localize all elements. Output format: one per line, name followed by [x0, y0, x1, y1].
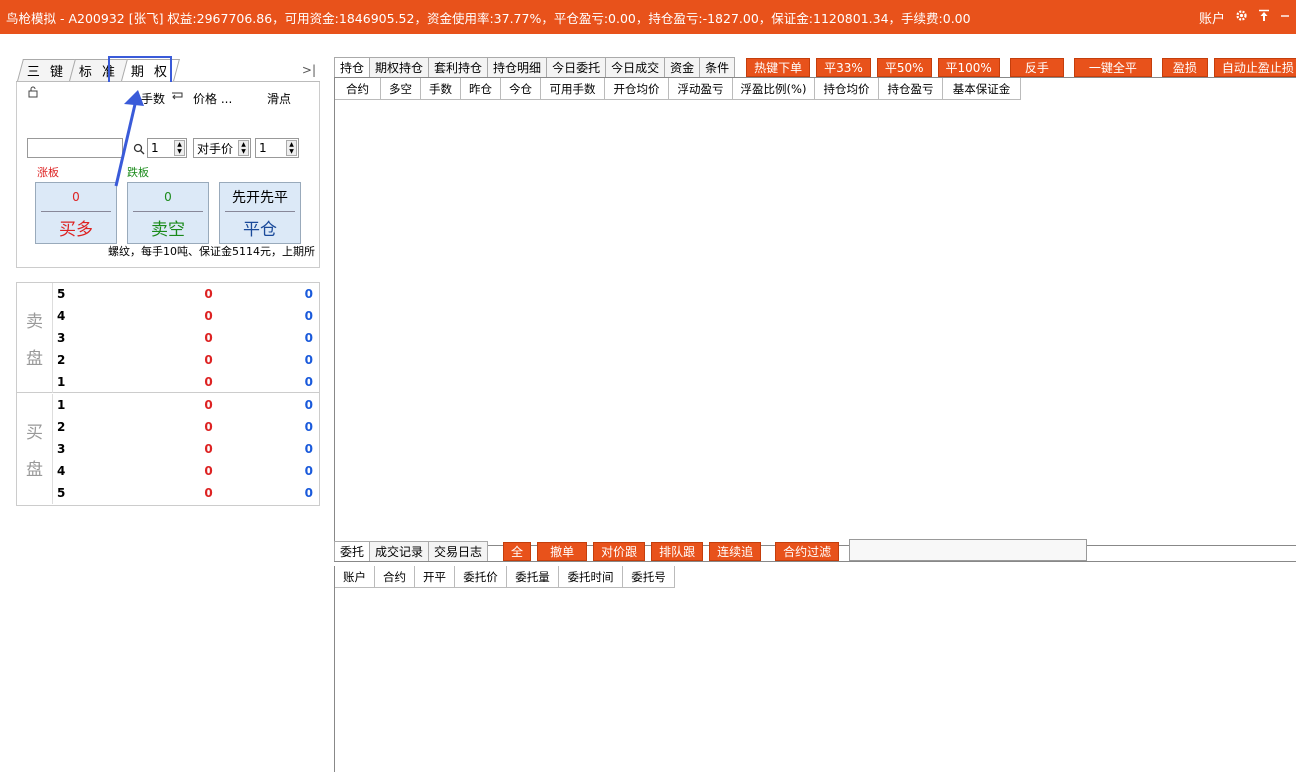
- column-header[interactable]: 浮盈比例(%): [733, 78, 815, 100]
- qty-mode-icon[interactable]: [171, 91, 183, 102]
- column-header[interactable]: 多空: [381, 78, 421, 100]
- tab-orders[interactable]: 委托: [334, 541, 371, 561]
- account-menu[interactable]: 账户: [1199, 8, 1225, 27]
- left-tab-row: 三 键 标 准 期 权 >|: [16, 56, 320, 90]
- gear-icon[interactable]: [1235, 9, 1248, 26]
- auto-stop-button[interactable]: 自动止盈止损: [1213, 58, 1296, 77]
- tab-today-orders[interactable]: 今日委托: [546, 57, 607, 77]
- reverse-button[interactable]: 反手: [1009, 58, 1064, 77]
- tab-option-positions[interactable]: 期权持仓: [369, 57, 430, 77]
- positions-table-header: 合约 多空 手数 昨仓 今仓 可用手数 开仓均价 浮动盈亏 浮盈比例(%) 持仓…: [335, 78, 1296, 100]
- tab-funds[interactable]: 资金: [664, 57, 701, 77]
- ask-row[interactable]: 300: [57, 327, 317, 349]
- column-header[interactable]: 今仓: [501, 78, 541, 100]
- slippage-stepper-arrows[interactable]: ▲ ▼: [286, 140, 297, 156]
- close-position-button[interactable]: 先开先平 平仓: [219, 182, 301, 244]
- close-50-button[interactable]: 平50%: [876, 58, 932, 77]
- column-header[interactable]: 委托时间: [559, 566, 623, 588]
- bid-side-label: 买盘: [17, 394, 53, 504]
- tab-today-trades[interactable]: 今日成交: [605, 57, 666, 77]
- qty-label: 手数: [141, 92, 166, 106]
- orders-tab-row: 委托 成交记录 交易日志 全 撤单 对价跟 排队跟 连续追 合约过滤: [334, 536, 1296, 562]
- column-header[interactable]: 委托号: [623, 566, 675, 588]
- price-label[interactable]: 价格 ...: [193, 90, 232, 107]
- column-header[interactable]: 委托量: [507, 566, 559, 588]
- qty-stepper[interactable]: 1 ▲ ▼: [147, 138, 187, 158]
- positions-table: 合约 多空 手数 昨仓 今仓 可用手数 开仓均价 浮动盈亏 浮盈比例(%) 持仓…: [334, 78, 1296, 546]
- column-header[interactable]: 合约: [375, 566, 415, 588]
- price-stepper-arrows[interactable]: ▲ ▼: [238, 140, 249, 156]
- column-header[interactable]: 开仓均价: [605, 78, 669, 100]
- ask-row[interactable]: 100: [57, 371, 317, 393]
- positions-tab-row: 持仓 期权持仓 套利持仓 持仓明细 今日委托 今日成交 资金 条件 热键下单 平…: [334, 56, 1296, 78]
- qty-stepper-arrows[interactable]: ▲ ▼: [174, 140, 185, 156]
- orders-table: 账户 合约 开平 委托价 委托量 委托时间 委托号: [334, 566, 1296, 772]
- search-icon[interactable]: [133, 143, 145, 155]
- bid-row[interactable]: 200: [57, 416, 317, 438]
- positions-panel: 持仓 期权持仓 套利持仓 持仓明细 今日委托 今日成交 资金 条件 热键下单 平…: [334, 56, 1296, 546]
- contract-filter-input[interactable]: [849, 539, 1088, 561]
- title-bar: 鸟枪模拟 - A200932 [张飞] 权益:2967706.86，可用资金:1…: [0, 0, 1296, 34]
- contract-filter-button[interactable]: 合约过滤: [775, 542, 840, 561]
- price-type-select[interactable]: 对手价 ▲ ▼: [193, 138, 251, 158]
- bid-row[interactable]: 400: [57, 460, 317, 482]
- queue-follow-button[interactable]: 排队跟: [651, 542, 704, 561]
- limit-up-label: 涨板: [37, 166, 59, 179]
- market-depth: 卖盘 500 400 300 200 100 买盘 100 200 300 40…: [16, 282, 320, 506]
- slippage-stepper[interactable]: 1 ▲ ▼: [255, 138, 299, 158]
- close-33-button[interactable]: 平33%: [816, 58, 871, 77]
- ask-side-label: 卖盘: [17, 283, 53, 393]
- column-header[interactable]: 手数: [421, 78, 461, 100]
- limit-down-label: 跌板: [127, 166, 149, 179]
- sell-short-button[interactable]: 0 卖空: [127, 182, 209, 244]
- bid-row[interactable]: 300: [57, 438, 317, 460]
- close-all-button[interactable]: 一键全平: [1073, 58, 1152, 77]
- column-header[interactable]: 开平: [415, 566, 455, 588]
- contract-code-input[interactable]: [27, 138, 123, 158]
- orders-table-header: 账户 合约 开平 委托价 委托量 委托时间 委托号: [335, 566, 1296, 588]
- select-all-button[interactable]: 全: [503, 542, 532, 561]
- ask-row[interactable]: 500: [57, 283, 317, 305]
- tab-position-details[interactable]: 持仓明细: [487, 57, 548, 77]
- orders-panel: 委托 成交记录 交易日志 全 撤单 对价跟 排队跟 连续追 合约过滤 账户 合约…: [334, 536, 1296, 772]
- counter-price-follow-button[interactable]: 对价跟: [593, 542, 646, 561]
- ask-row[interactable]: 200: [57, 349, 317, 371]
- pin-icon[interactable]: [1258, 9, 1270, 26]
- column-header[interactable]: 合约: [335, 78, 381, 100]
- continuous-chase-button[interactable]: 连续追: [709, 542, 762, 561]
- tab-trade-log[interactable]: 交易日志: [428, 541, 489, 561]
- column-header[interactable]: 昨仓: [461, 78, 501, 100]
- column-header[interactable]: 持仓均价: [815, 78, 879, 100]
- column-header[interactable]: 浮动盈亏: [669, 78, 733, 100]
- ask-row[interactable]: 400: [57, 305, 317, 327]
- column-header[interactable]: 基本保证金: [943, 78, 1021, 100]
- profit-loss-button[interactable]: 盈损: [1161, 58, 1208, 77]
- contract-info: 螺纹，每手10吨、保证金5114元，上期所: [108, 245, 315, 258]
- bid-row[interactable]: 500: [57, 482, 317, 504]
- bid-book: 买盘 100 200 300 400 500: [17, 394, 319, 504]
- cancel-order-button[interactable]: 撤单: [537, 542, 588, 561]
- tab-positions[interactable]: 持仓: [334, 57, 371, 77]
- bid-row[interactable]: 100: [57, 394, 317, 416]
- buy-long-button[interactable]: 0 买多: [35, 182, 117, 244]
- window-title: 鸟枪模拟 - A200932 [张飞] 权益:2967706.86，可用资金:1…: [6, 10, 971, 26]
- order-entry-panel: 手数 价格 ... 滑点 1 ▲ ▼ 对手价 ▲ ▼ 1 ▲ ▼ 涨板 跌板 0 买多…: [16, 82, 320, 268]
- slippage-label: 滑点: [267, 92, 292, 106]
- collapse-panel-button[interactable]: >|: [302, 63, 316, 77]
- left-panel: 三 键 标 准 期 权 >| 手数 价格 ... 滑点 1 ▲ ▼ 对手价 ▲ ▼ …: [16, 56, 320, 506]
- column-header[interactable]: 可用手数: [541, 78, 605, 100]
- column-header[interactable]: 委托价: [455, 566, 507, 588]
- tab-trade-records[interactable]: 成交记录: [369, 541, 430, 561]
- column-header[interactable]: 持仓盈亏: [879, 78, 943, 100]
- hotkey-order-button[interactable]: 热键下单: [746, 58, 811, 77]
- lock-icon[interactable]: [27, 86, 39, 98]
- tab-three-key[interactable]: 三 键: [17, 59, 77, 81]
- minimize-icon[interactable]: [1280, 10, 1290, 25]
- tab-arbitrage-positions[interactable]: 套利持仓: [428, 57, 489, 77]
- column-header[interactable]: 账户: [335, 566, 375, 588]
- tab-conditions[interactable]: 条件: [699, 57, 736, 77]
- ask-book: 卖盘 500 400 300 200 100: [17, 283, 319, 393]
- close-100-button[interactable]: 平100%: [937, 58, 1000, 77]
